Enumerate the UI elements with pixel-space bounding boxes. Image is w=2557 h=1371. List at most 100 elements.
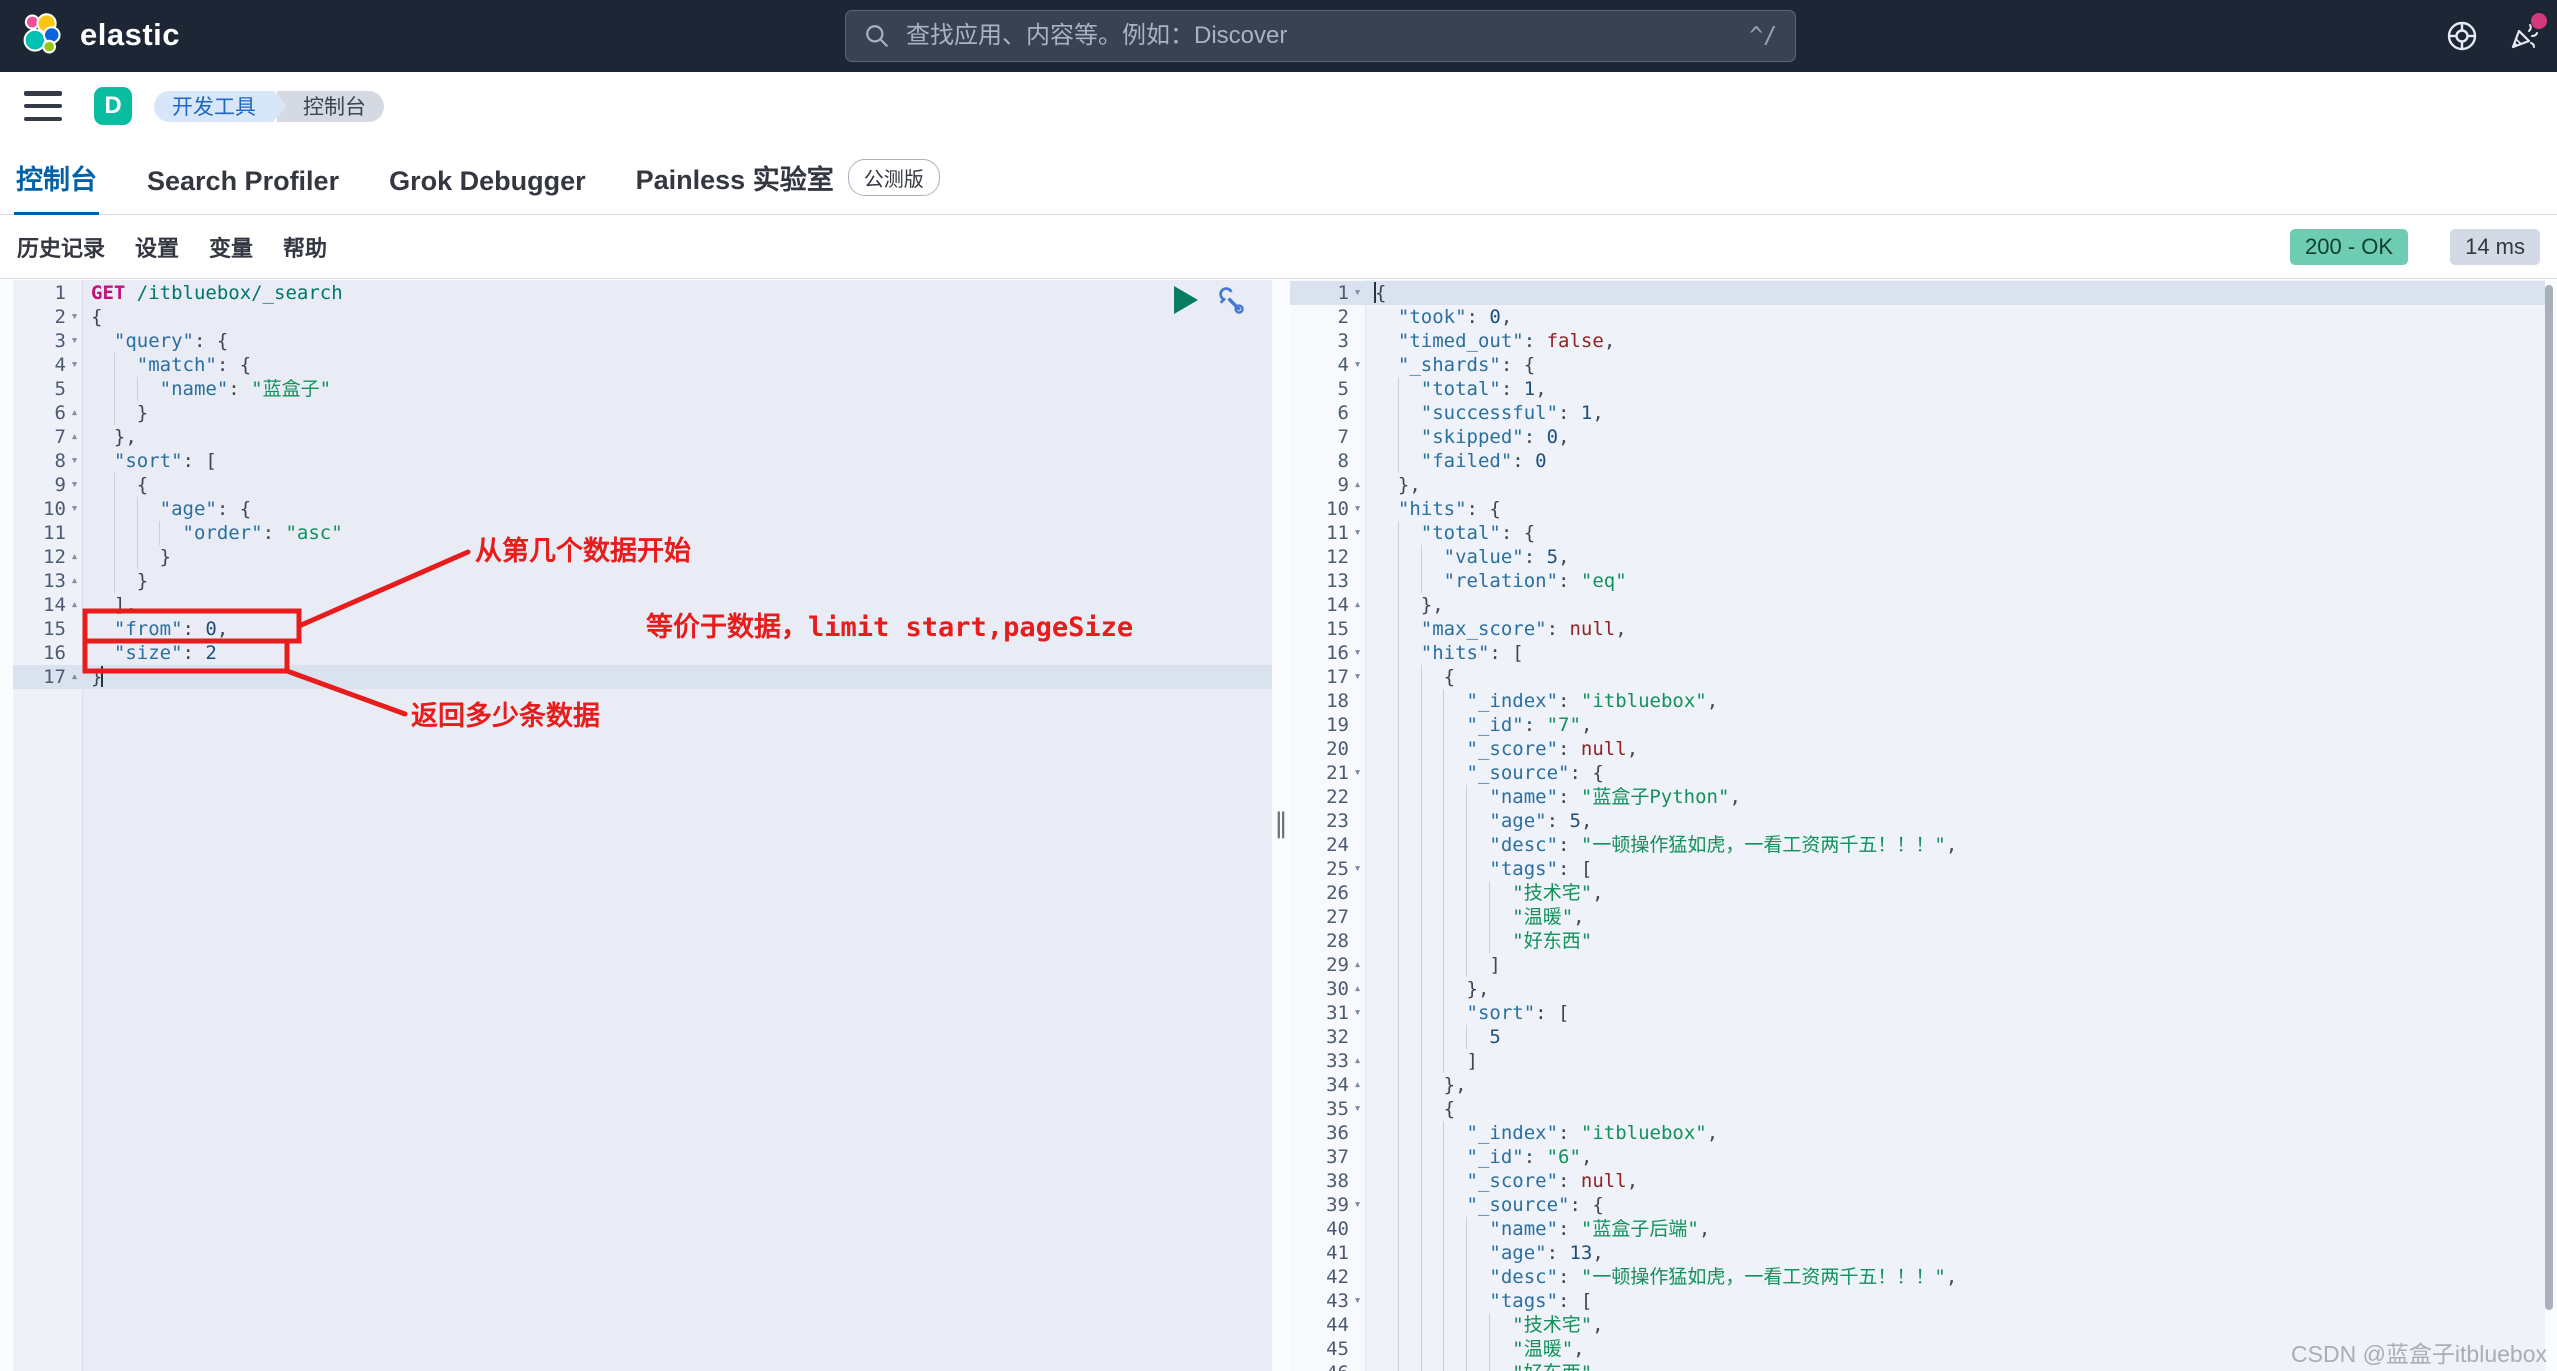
tab-search-profiler[interactable]: Search Profiler — [145, 166, 341, 214]
code-line[interactable]: 17▾ { — [1290, 665, 2545, 689]
fold-close-icon[interactable]: ▴ — [1349, 593, 1366, 617]
code-line[interactable]: 7▴ }, — [13, 425, 1272, 449]
code-line[interactable]: 8▾ "sort": [ — [13, 449, 1272, 473]
fold-open-icon[interactable]: ▾ — [1349, 1193, 1366, 1217]
code-line[interactable]: 4▾ "match": { — [13, 353, 1272, 377]
code-line[interactable]: 10▾ "age": { — [13, 497, 1272, 521]
code-line[interactable]: 7 "skipped": 0, — [1290, 425, 2545, 449]
fold-close-icon[interactable]: ▴ — [66, 665, 83, 689]
code-line[interactable]: 3 "timed_out": false, — [1290, 329, 2545, 353]
code-line[interactable]: 5 "name": "蓝盒子" — [13, 377, 1272, 401]
fold-close-icon[interactable]: ▴ — [66, 569, 83, 593]
fold-open-icon[interactable]: ▾ — [66, 497, 83, 521]
code-line[interactable]: 40 "name": "蓝盒子后端", — [1290, 1217, 2545, 1241]
code-line[interactable]: 20 "_score": null, — [1290, 737, 2545, 761]
fold-open-icon[interactable]: ▾ — [1349, 665, 1366, 689]
tab-painless-lab[interactable]: Painless 实验室公测版 — [634, 158, 942, 214]
code-line[interactable]: 15 "from": 0, — [13, 617, 1272, 641]
menu-item-help[interactable]: 帮助 — [283, 231, 327, 263]
code-line[interactable]: 30▴ }, — [1290, 977, 2545, 1001]
code-line[interactable]: 2 "took": 0, — [1290, 305, 2545, 329]
code-line[interactable]: 26 "技术宅", — [1290, 881, 2545, 905]
fold-open-icon[interactable]: ▾ — [1349, 641, 1366, 665]
menu-item-settings[interactable]: 设置 — [135, 231, 179, 263]
code-line[interactable]: 14▴ ], — [13, 593, 1272, 617]
code-line[interactable]: 1▾{ — [1290, 281, 2545, 305]
code-line[interactable]: 27 "温暖", — [1290, 905, 2545, 929]
code-line[interactable]: 41 "age": 13, — [1290, 1241, 2545, 1265]
code-line[interactable]: 34▴ }, — [1290, 1073, 2545, 1097]
fold-close-icon[interactable]: ▴ — [1349, 1049, 1366, 1073]
code-line[interactable]: 19 "_id": "7", — [1290, 713, 2545, 737]
fold-open-icon[interactable]: ▾ — [1349, 1001, 1366, 1025]
fold-close-icon[interactable]: ▴ — [1349, 977, 1366, 1001]
code-line[interactable]: 15 "max_score": null, — [1290, 617, 2545, 641]
fold-close-icon[interactable]: ▴ — [1349, 473, 1366, 497]
fold-open-icon[interactable]: ▾ — [66, 353, 83, 377]
code-line[interactable]: 9▴ }, — [1290, 473, 2545, 497]
code-line[interactable]: 22 "name": "蓝盒子Python", — [1290, 785, 2545, 809]
global-search-box[interactable]: ^/ — [845, 10, 1796, 62]
panel-resize-handle[interactable]: ‖ — [1272, 280, 1290, 1371]
help-menu-button[interactable] — [2445, 19, 2479, 53]
menu-icon[interactable] — [24, 91, 62, 121]
code-line[interactable]: 33▴ ] — [1290, 1049, 2545, 1073]
code-line[interactable]: 17▴} — [13, 665, 1272, 689]
global-search-input[interactable] — [904, 21, 1735, 51]
code-line[interactable]: 32 5 — [1290, 1025, 2545, 1049]
code-line[interactable]: 10▾ "hits": { — [1290, 497, 2545, 521]
fold-open-icon[interactable]: ▾ — [66, 329, 83, 353]
fold-open-icon[interactable]: ▾ — [66, 305, 83, 329]
code-line[interactable]: 12 "value": 5, — [1290, 545, 2545, 569]
fold-close-icon[interactable]: ▴ — [1349, 953, 1366, 977]
request-editor[interactable]: 1GET /itbluebox/_search2▾{3▾ "query": {4… — [13, 280, 1272, 1371]
code-line[interactable]: 37 "_id": "6", — [1290, 1145, 2545, 1169]
fold-close-icon[interactable]: ▴ — [66, 593, 83, 617]
fold-open-icon[interactable]: ▾ — [1349, 281, 1366, 305]
code-line[interactable]: 11 "order": "asc" — [13, 521, 1272, 545]
code-line[interactable]: 12▴ } — [13, 545, 1272, 569]
code-line[interactable]: 8 "failed": 0 — [1290, 449, 2545, 473]
code-line[interactable]: 24 "desc": "一顿操作猛如虎，一看工资两千五！！！", — [1290, 833, 2545, 857]
tab-console[interactable]: 控制台 — [14, 158, 99, 214]
code-line[interactable]: 16 "size": 2 — [13, 641, 1272, 665]
code-line[interactable]: 1GET /itbluebox/_search — [13, 281, 1272, 305]
code-line[interactable]: 43▾ "tags": [ — [1290, 1289, 2545, 1313]
fold-close-icon[interactable]: ▴ — [1349, 1073, 1366, 1097]
code-line[interactable]: 23 "age": 5, — [1290, 809, 2545, 833]
code-line[interactable]: 31▾ "sort": [ — [1290, 1001, 2545, 1025]
fold-open-icon[interactable]: ▾ — [1349, 497, 1366, 521]
response-viewer[interactable]: 1▾{2 "took": 0,3 "timed_out": false,4▾ "… — [1290, 280, 2545, 1371]
fold-close-icon[interactable]: ▴ — [66, 545, 83, 569]
code-line[interactable]: 29▴ ] — [1290, 953, 2545, 977]
code-line[interactable]: 28 "好东西" — [1290, 929, 2545, 953]
code-line[interactable]: 11▾ "total": { — [1290, 521, 2545, 545]
code-line[interactable]: 18 "_index": "itbluebox", — [1290, 689, 2545, 713]
breadcrumb-dev-tools[interactable]: 开发工具 — [154, 91, 274, 122]
code-line[interactable]: 9▾ { — [13, 473, 1272, 497]
fold-open-icon[interactable]: ▾ — [1349, 353, 1366, 377]
fold-open-icon[interactable]: ▾ — [66, 473, 83, 497]
fold-close-icon[interactable]: ▴ — [66, 401, 83, 425]
code-line[interactable]: 14▴ }, — [1290, 593, 2545, 617]
space-badge[interactable]: D — [94, 87, 132, 125]
fold-open-icon[interactable]: ▾ — [1349, 761, 1366, 785]
code-line[interactable]: 42 "desc": "一顿操作猛如虎，一看工资两千五！！！", — [1290, 1265, 2545, 1289]
fold-open-icon[interactable]: ▾ — [1349, 1097, 1366, 1121]
code-line[interactable]: 2▾{ — [13, 305, 1272, 329]
fold-open-icon[interactable]: ▾ — [1349, 857, 1366, 881]
code-line[interactable]: 13 "relation": "eq" — [1290, 569, 2545, 593]
code-line[interactable]: 39▾ "_source": { — [1290, 1193, 2545, 1217]
fold-close-icon[interactable]: ▴ — [66, 425, 83, 449]
menu-item-variables[interactable]: 变量 — [209, 231, 253, 263]
code-line[interactable]: 25▾ "tags": [ — [1290, 857, 2545, 881]
code-line[interactable]: 44 "技术宅", — [1290, 1313, 2545, 1337]
code-line[interactable]: 21▾ "_source": { — [1290, 761, 2545, 785]
code-line[interactable]: 38 "_score": null, — [1290, 1169, 2545, 1193]
code-line[interactable]: 16▾ "hits": [ — [1290, 641, 2545, 665]
menu-item-history[interactable]: 历史记录 — [17, 231, 105, 263]
newsfeed-button[interactable] — [2507, 19, 2541, 53]
send-request-button[interactable] — [1174, 286, 1198, 314]
request-options-wrench-icon[interactable] — [1214, 284, 1246, 316]
code-line[interactable]: 35▾ { — [1290, 1097, 2545, 1121]
